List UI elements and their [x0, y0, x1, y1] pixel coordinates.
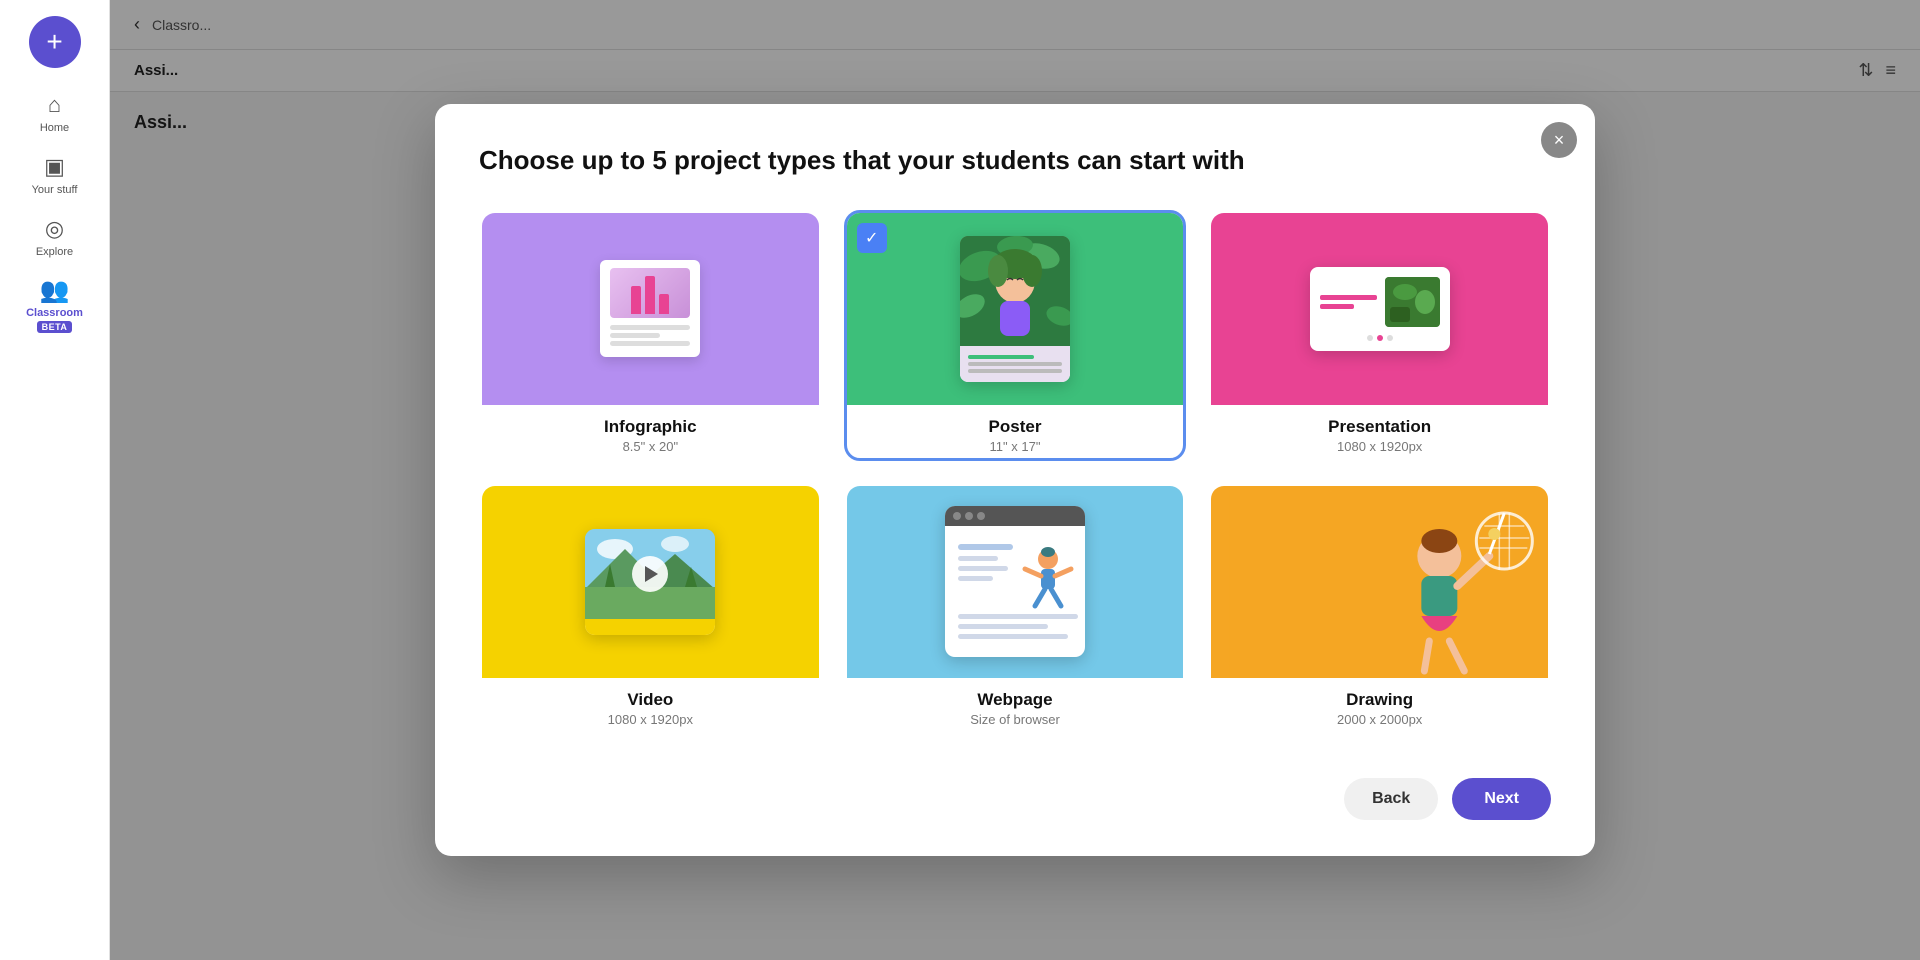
- poster-size: 11" x 17": [847, 439, 1184, 454]
- webpage-name: Webpage: [847, 690, 1184, 710]
- sidebar-item-label: Explore: [36, 246, 73, 258]
- video-name: Video: [482, 690, 819, 710]
- drawing-thumbnail: [1211, 486, 1548, 678]
- close-button[interactable]: ×: [1541, 122, 1577, 158]
- next-button[interactable]: Next: [1452, 778, 1551, 820]
- video-thumbnail: [482, 486, 819, 678]
- modal-overlay: × Choose up to 5 project types that your…: [110, 0, 1920, 960]
- presentation-size: 1080 x 1920px: [1211, 439, 1548, 454]
- webpage-size: Size of browser: [847, 712, 1184, 727]
- infographic-name: Infographic: [482, 417, 819, 437]
- presentation-name: Presentation: [1211, 417, 1548, 437]
- modal: × Choose up to 5 project types that your…: [435, 104, 1595, 856]
- home-icon: ⌂: [48, 92, 61, 118]
- poster-name: Poster: [847, 417, 1184, 437]
- poster-thumbnail: [847, 213, 1184, 405]
- modal-footer: Back Next: [479, 770, 1551, 820]
- presentation-thumbnail: [1211, 213, 1548, 405]
- app-background: + ⌂ Home ▣ Your stuff ◎ Explore 👥 Classr…: [0, 0, 1920, 960]
- beta-badge: BETA: [37, 321, 73, 333]
- project-card-poster[interactable]: ✓: [844, 210, 1187, 461]
- sidebar: + ⌂ Home ▣ Your stuff ◎ Explore 👥 Classr…: [0, 0, 110, 960]
- sidebar-item-explore[interactable]: ◎ Explore: [10, 208, 100, 266]
- sidebar-item-label: Your stuff: [32, 184, 78, 196]
- project-card-infographic[interactable]: Infographic 8.5" x 20": [479, 210, 822, 461]
- sidebar-item-home[interactable]: ⌂ Home: [10, 84, 100, 142]
- sidebar-item-your-stuff[interactable]: ▣ Your stuff: [10, 146, 100, 204]
- selected-checkmark: ✓: [857, 223, 887, 253]
- project-card-drawing[interactable]: Drawing 2000 x 2000px: [1208, 483, 1551, 734]
- infographic-size: 8.5" x 20": [482, 439, 819, 454]
- sidebar-item-classroom[interactable]: 👥 Classroom BETA: [10, 270, 100, 339]
- video-size: 1080 x 1920px: [482, 712, 819, 727]
- webpage-thumbnail: [847, 486, 1184, 678]
- project-card-presentation[interactable]: Presentation 1080 x 1920px: [1208, 210, 1551, 461]
- add-button[interactable]: +: [29, 16, 81, 68]
- your-stuff-icon: ▣: [44, 154, 65, 180]
- main-content: ‹ Classro... Assi... ⇅ ≡ Assi... × Choos…: [110, 0, 1920, 960]
- project-card-webpage[interactable]: Webpage Size of browser: [844, 483, 1187, 734]
- back-button[interactable]: Back: [1344, 778, 1438, 820]
- explore-icon: ◎: [45, 216, 64, 242]
- project-grid: Infographic 8.5" x 20" ✓: [479, 210, 1551, 734]
- sidebar-item-label: Home: [40, 122, 69, 134]
- drawing-size: 2000 x 2000px: [1211, 712, 1548, 727]
- project-card-video[interactable]: Video 1080 x 1920px: [479, 483, 822, 734]
- classroom-icon: 👥: [40, 276, 70, 305]
- infographic-thumbnail: [482, 213, 819, 405]
- drawing-name: Drawing: [1211, 690, 1548, 710]
- classroom-label: Classroom: [26, 307, 83, 319]
- modal-title: Choose up to 5 project types that your s…: [479, 144, 1551, 178]
